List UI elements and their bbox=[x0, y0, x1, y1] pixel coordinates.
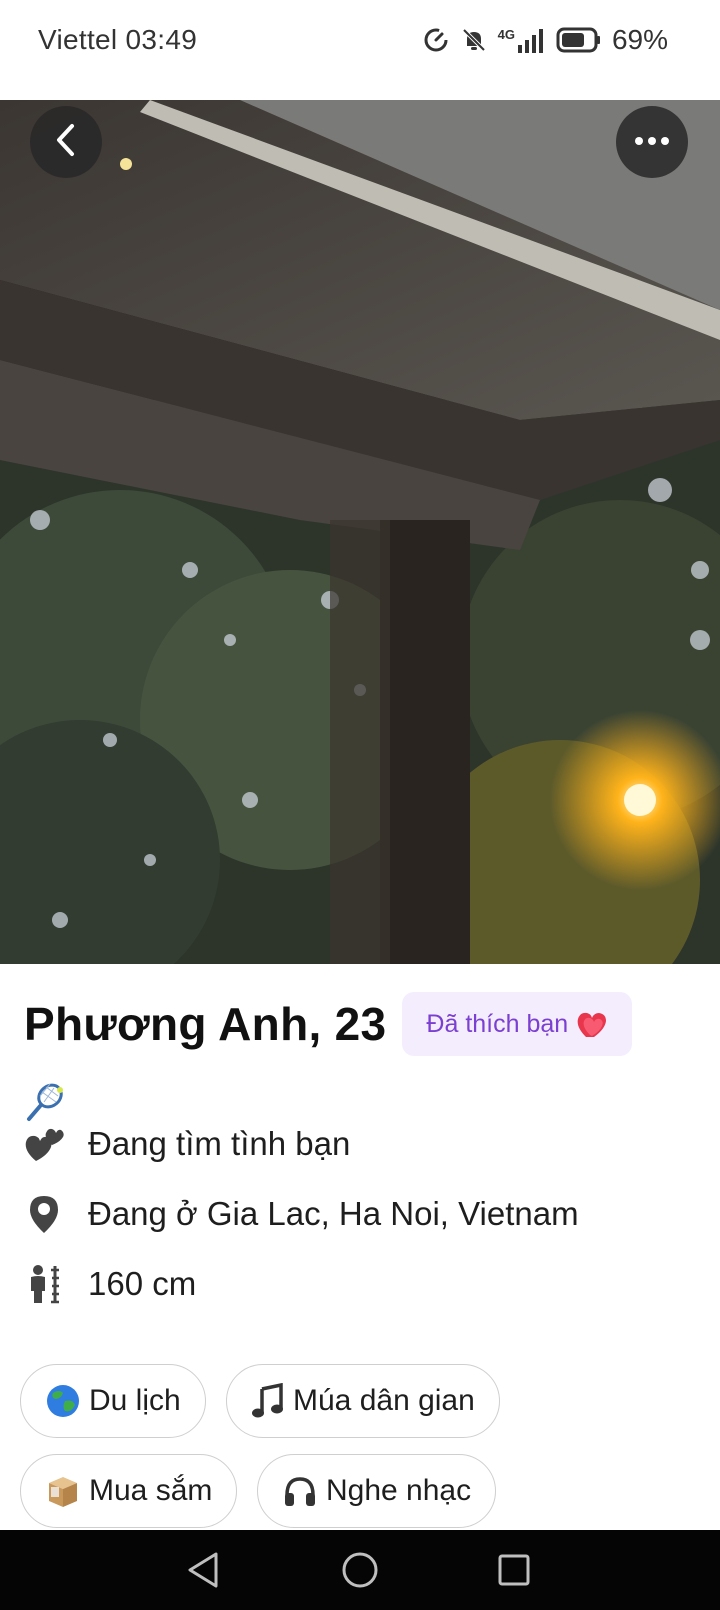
profile-name-age: Phương Anh, 23 bbox=[24, 998, 387, 1050]
looking-for-text: Đang tìm tình bạn bbox=[88, 1125, 351, 1162]
status-right: 4G 69% bbox=[422, 24, 668, 56]
package-icon bbox=[45, 1473, 81, 1509]
status-time: 03:49 bbox=[125, 24, 198, 55]
location-pin-icon bbox=[24, 1194, 64, 1234]
height-row: 160 cm bbox=[24, 1264, 196, 1304]
interest-tag-folk-dance[interactable]: Múa dân gian bbox=[226, 1364, 500, 1438]
globe-icon bbox=[45, 1383, 81, 1419]
signal-icon: 4G bbox=[498, 27, 546, 53]
height-text: 160 cm bbox=[88, 1265, 197, 1302]
location-text: Đang ở Gia Lac, Ha Noi, Vietnam bbox=[88, 1195, 579, 1232]
chevron-left-icon bbox=[51, 123, 81, 162]
interest-label: Nghe nhạc bbox=[326, 1474, 472, 1507]
looking-for-row: Đang tìm tình bạn bbox=[24, 1124, 350, 1164]
liked-badge-text: Đã thích bạn bbox=[426, 1009, 569, 1038]
profile-photo[interactable] bbox=[0, 100, 720, 964]
liked-you-badge: Đã thích bạn bbox=[402, 992, 633, 1056]
name-row: Phương Anh, 23 Đã thích bạn bbox=[24, 992, 633, 1056]
nav-home-button[interactable] bbox=[340, 1550, 380, 1595]
system-nav-bar bbox=[0, 1530, 720, 1610]
interest-tag-music[interactable]: Nghe nhạc bbox=[257, 1454, 497, 1528]
more-horizontal-icon bbox=[634, 133, 670, 151]
data-saver-icon bbox=[422, 26, 450, 54]
status-bar: Viettel 03:49 4G 69% bbox=[0, 0, 720, 100]
carrier-name: Viettel bbox=[38, 24, 118, 55]
location-row: Đang ở Gia Lac, Ha Noi, Vietnam bbox=[24, 1194, 579, 1234]
status-left: Viettel 03:49 bbox=[38, 24, 197, 56]
battery-percent: 69% bbox=[611, 24, 668, 55]
interest-label: Du lịch bbox=[89, 1384, 181, 1417]
nav-back-button[interactable] bbox=[186, 1550, 220, 1595]
badminton-racket-icon bbox=[24, 1082, 66, 1129]
music-note-icon bbox=[251, 1383, 285, 1419]
battery-icon bbox=[556, 27, 602, 53]
headphones-icon bbox=[282, 1473, 318, 1509]
network-type: 4G bbox=[497, 27, 515, 42]
heart-icon bbox=[576, 1009, 608, 1039]
hearts-icon bbox=[24, 1124, 64, 1164]
interest-label: Múa dân gian bbox=[293, 1384, 475, 1417]
height-icon bbox=[24, 1264, 64, 1304]
interest-tag-travel[interactable]: Du lịch bbox=[20, 1364, 206, 1438]
photo-scene bbox=[0, 100, 720, 964]
back-button[interactable] bbox=[30, 106, 102, 178]
interest-tag-shopping[interactable]: Mua sắm bbox=[20, 1454, 238, 1528]
more-options-button[interactable] bbox=[616, 106, 688, 178]
interest-label: Mua sắm bbox=[89, 1474, 213, 1507]
nav-recents-button[interactable] bbox=[496, 1550, 532, 1595]
mute-bell-icon bbox=[460, 26, 488, 54]
